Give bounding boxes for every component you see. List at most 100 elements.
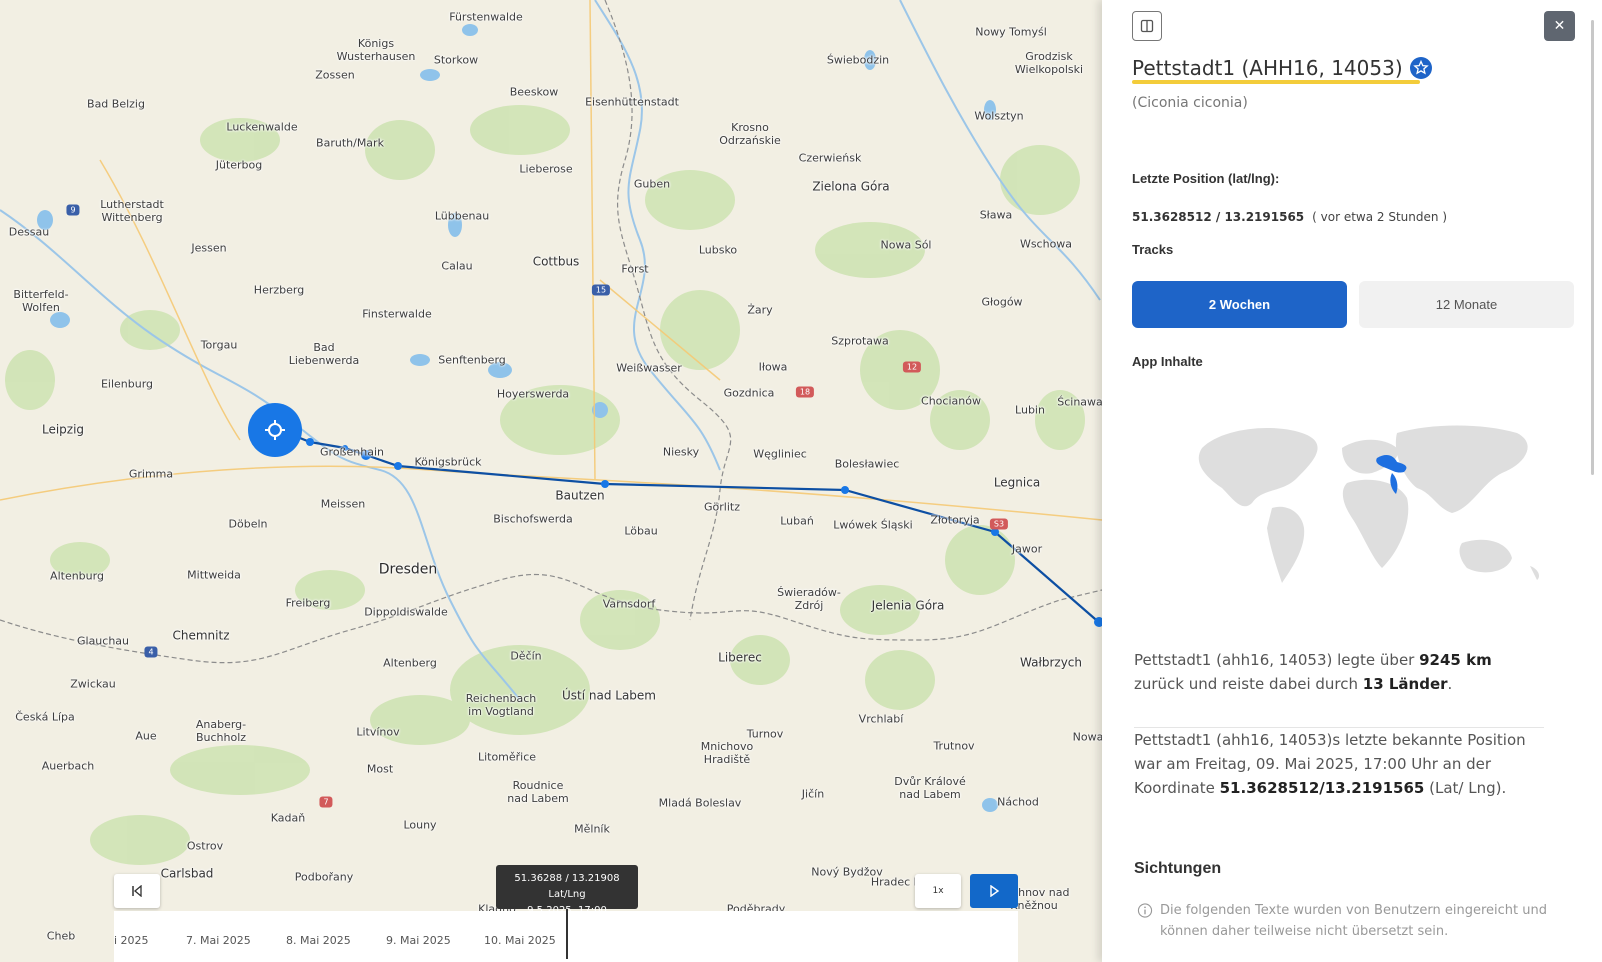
place-label: Königsbrück xyxy=(414,455,482,469)
road-number-shield: 18 xyxy=(795,386,815,398)
place-label: Lieberose xyxy=(519,162,573,176)
place-label: Děčín xyxy=(510,649,542,663)
place-label: Bad Belzig xyxy=(87,97,145,111)
place-label: Mittweida xyxy=(187,568,241,582)
place-label: Freiberg xyxy=(285,596,331,610)
place-label: Krosno Odrzańskie xyxy=(719,121,781,147)
place-label: Czerwieńsk xyxy=(798,151,862,165)
playback-speed-button[interactable]: 1x xyxy=(915,874,961,908)
place-label: Auerbach xyxy=(41,759,95,773)
place-label: Świeradów- Zdrój xyxy=(777,586,841,612)
place-label: Louny xyxy=(403,818,437,832)
place-label: Lubin xyxy=(1015,403,1045,417)
road-number-shield: 12 xyxy=(902,361,922,373)
summary-prefix: Pettstadt1 (ahh16, 14053) legte über xyxy=(1134,651,1420,669)
place-label: Niesky xyxy=(662,445,700,459)
place-label: Mnichovo Hradiště xyxy=(700,740,754,766)
place-label: Turnov xyxy=(746,727,784,741)
place-label: Luckenwalde xyxy=(226,120,298,134)
last-known-position-text: Pettstadt1 (ahh16, 14053)s letzte bekann… xyxy=(1134,728,1544,800)
place-label: Podbořany xyxy=(294,870,354,884)
animal-title: Pettstadt1 (AHH16, 14053) xyxy=(1132,56,1433,80)
place-label: Carlsbad xyxy=(160,866,214,881)
place-label: Leipzig xyxy=(41,422,85,437)
place-label: Bischofswerda xyxy=(493,512,573,526)
place-label: Jessen xyxy=(191,241,227,255)
timeline-cursor[interactable] xyxy=(566,909,568,959)
place-label: Forst xyxy=(621,262,649,276)
last-position-label: Letzte Position (lat/lng): xyxy=(1132,171,1280,186)
place-label: Eisenhüttenstadt xyxy=(585,95,679,109)
place-label: Jüterbog xyxy=(215,158,263,172)
sidebar-toggle-icon xyxy=(1140,19,1154,33)
timeline[interactable]: i 2025 7. Mai 2025 8. Mai 2025 9. Mai 20… xyxy=(114,909,1018,962)
timeline-tick: 7. Mai 2025 xyxy=(186,934,251,947)
place-label: Lubsko xyxy=(698,243,738,257)
place-label: Świebodzin xyxy=(826,53,890,67)
panel-scrollbar[interactable] xyxy=(1591,20,1594,475)
place-label: Żary xyxy=(747,303,773,317)
place-label: Cottbus xyxy=(532,254,580,269)
map-view[interactable]: Königs Wusterhausen Fürstenwalde Storkow Zo… xyxy=(0,0,1102,962)
place-label: Ścinawa xyxy=(1057,395,1102,409)
distance-summary: Pettstadt1 (ahh16, 14053) legte über 924… xyxy=(1134,648,1544,696)
countries-value: 13 Länder xyxy=(1362,675,1448,693)
place-label: Baruth/Mark xyxy=(316,136,384,150)
track-12-months-button[interactable]: 12 Monate xyxy=(1359,281,1574,328)
track-2-weeks-button[interactable]: 2 Wochen xyxy=(1132,281,1347,328)
world-map-image xyxy=(1198,425,1540,583)
road-number-shield: 7 xyxy=(319,796,333,808)
place-label: Złotoryja xyxy=(930,513,980,527)
rewind-button[interactable] xyxy=(114,874,160,908)
place-label: Lubań xyxy=(780,514,814,528)
close-button[interactable]: ✕ xyxy=(1544,11,1575,41)
detail-panel: ✕ Pettstadt1 (AHH16, 14053) (Ciconia cic… xyxy=(1102,0,1602,962)
place-label: Finsterwalde xyxy=(362,307,432,321)
timeline-tick: i 2025 xyxy=(114,934,149,947)
distance-value: 9245 km xyxy=(1419,651,1492,669)
place-label: Görlitz xyxy=(704,500,740,514)
title-underline xyxy=(1132,80,1420,84)
place-label: Zielona Góra xyxy=(812,179,890,194)
place-label: Glauchau xyxy=(76,634,130,648)
place-label: Meissen xyxy=(320,497,366,511)
place-label: Altenberg xyxy=(383,656,437,670)
sightings-heading: Sichtungen xyxy=(1134,860,1222,877)
timeline-tick: 10. Mai 2025 xyxy=(484,934,556,947)
road-number-shield: 15 xyxy=(591,284,611,296)
last-position-ago: ( vor etwa 2 Stunden ) xyxy=(1312,210,1447,224)
place-label: Torgau xyxy=(200,338,238,352)
place-label: Senftenberg xyxy=(438,353,506,367)
place-label: Herzberg xyxy=(253,283,305,297)
position-tooltip: 51.36288 / 13.21908 Lat/Lng 9.5.2025, 17… xyxy=(496,865,638,916)
place-label: Großenhain xyxy=(320,445,384,459)
place-label: Dvůr Králové nad Labem xyxy=(894,775,966,801)
place-label: Altenburg xyxy=(50,569,104,583)
summary-suffix: . xyxy=(1447,675,1453,693)
place-label: Bitterfeld- Wolfen xyxy=(13,288,69,314)
current-position-marker[interactable] xyxy=(248,403,302,457)
favorite-star-icon[interactable] xyxy=(1409,56,1433,80)
place-label: Wolsztyn xyxy=(974,109,1024,123)
play-button[interactable] xyxy=(970,874,1018,908)
collapse-panel-button[interactable] xyxy=(1132,11,1162,41)
last-position-row: 51.3628512 / 13.2191565 ( vor etwa 2 Stun… xyxy=(1132,210,1447,224)
last-known-coords: 51.3628512/13.2191565 xyxy=(1219,779,1425,797)
place-label: Kadaň xyxy=(270,811,306,825)
place-label: Jičín xyxy=(801,787,825,801)
last-position-value: 51.3628512 / 13.2191565 xyxy=(1132,210,1305,224)
place-label: Iłowa xyxy=(758,360,788,374)
road-number-shield: 9 xyxy=(66,204,80,216)
place-label: Bautzen xyxy=(555,488,605,503)
place-label: Legnica xyxy=(993,475,1041,490)
place-label: Fürstenwalde xyxy=(449,10,523,24)
timeline-tick: 9. Mai 2025 xyxy=(386,934,451,947)
place-label: Bad Liebenwerda xyxy=(288,341,360,367)
place-label: Chocianów xyxy=(921,394,981,408)
place-label: Náchod xyxy=(997,795,1039,809)
tracks-label: Tracks xyxy=(1132,242,1174,257)
place-label: Aue xyxy=(135,729,157,743)
place-label: Ostrov xyxy=(186,839,224,853)
place-label: Calau xyxy=(441,259,473,273)
place-label: Wałbrzych xyxy=(1019,655,1083,670)
